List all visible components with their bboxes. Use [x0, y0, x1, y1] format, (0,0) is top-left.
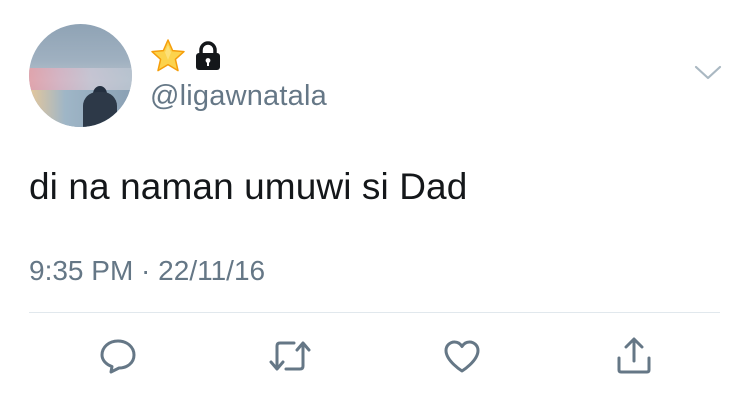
- share-button[interactable]: [612, 336, 656, 376]
- display-name-badges: [150, 38, 222, 74]
- user-handle[interactable]: @ligawnatala: [150, 80, 327, 113]
- reply-button[interactable]: [96, 336, 140, 376]
- avatar[interactable]: [29, 24, 132, 127]
- lock-icon: [194, 41, 222, 71]
- tweet-date: 22/11/16: [158, 255, 266, 286]
- share-icon: [614, 336, 654, 376]
- like-button[interactable]: [440, 336, 484, 376]
- avatar-sky-band: [29, 68, 132, 90]
- star-icon: [150, 38, 186, 74]
- like-icon: [442, 338, 482, 374]
- tweet-timestamp[interactable]: 9:35 PM · 22/11/16: [29, 255, 265, 287]
- chevron-down-icon[interactable]: [694, 64, 722, 82]
- retweet-button[interactable]: [268, 336, 312, 376]
- tweet-time: 9:35 PM: [29, 255, 134, 286]
- divider: [29, 312, 720, 313]
- reply-icon: [98, 337, 138, 375]
- tweet-text: di na naman umuwi si Dad: [29, 166, 468, 207]
- retweet-icon: [268, 338, 312, 374]
- timestamp-separator: ·: [133, 255, 159, 286]
- avatar-person: [83, 92, 117, 127]
